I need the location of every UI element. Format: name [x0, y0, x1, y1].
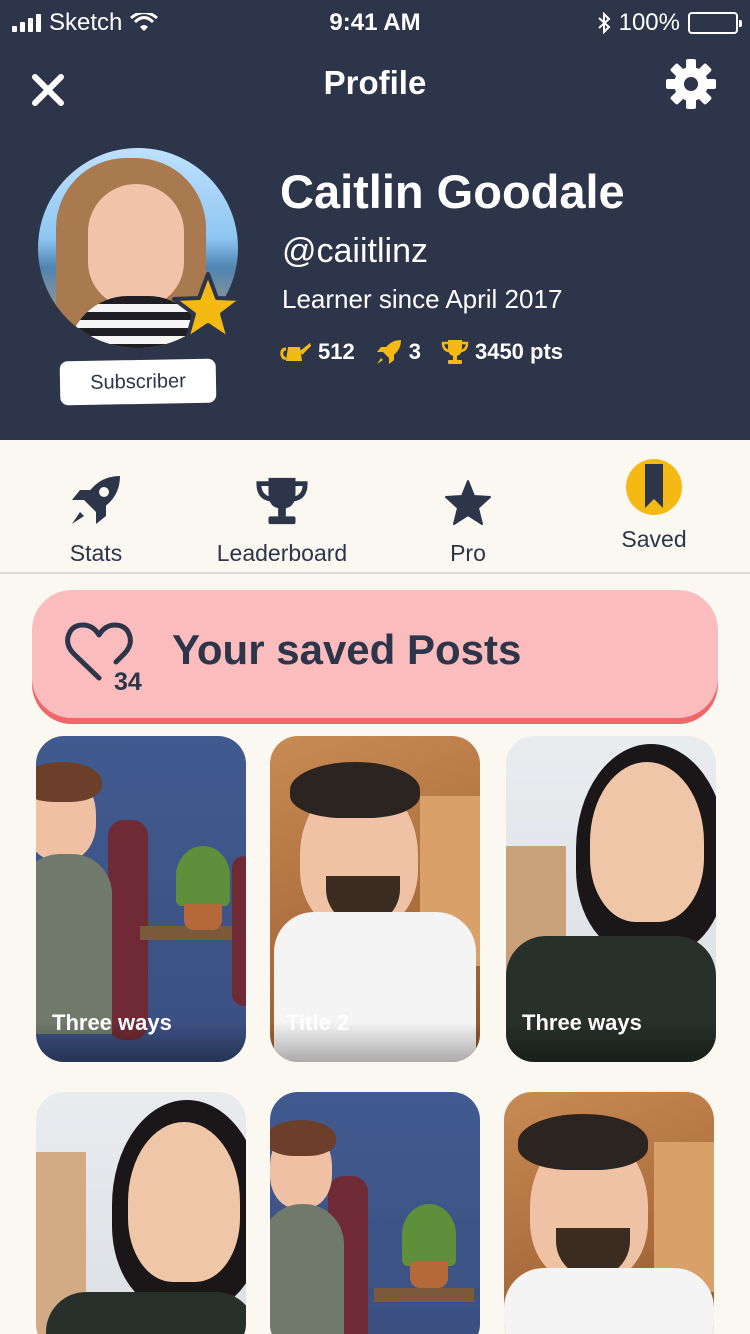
- tab-saved[interactable]: Saved: [594, 440, 714, 574]
- post-card[interactable]: [504, 1092, 714, 1334]
- page-title: Profile: [323, 64, 427, 101]
- post-card[interactable]: Three ways: [506, 736, 716, 1062]
- post-card[interactable]: [270, 1092, 480, 1334]
- post-card[interactable]: [36, 1092, 246, 1334]
- subscriber-badge: Subscriber: [59, 358, 217, 406]
- star-badge-icon: [172, 272, 244, 341]
- tab-stats[interactable]: Stats: [36, 440, 156, 574]
- member-since: Learner since April 2017: [282, 284, 563, 314]
- status-bar: Sketch 9:41 AM 100%: [0, 0, 750, 46]
- post-card[interactable]: Three ways: [36, 736, 246, 1062]
- battery-icon: [688, 12, 742, 34]
- tab-label: Saved: [621, 526, 687, 552]
- battery-percent: 100%: [618, 9, 680, 36]
- saved-count: 34: [114, 668, 142, 696]
- watering-stat: 512: [280, 339, 355, 365]
- post-card[interactable]: Title 2: [270, 736, 480, 1062]
- star-icon: [445, 480, 491, 525]
- trophy-icon: [441, 340, 469, 364]
- saved-posts-banner[interactable]: 34 Your saved Posts: [32, 590, 718, 718]
- post-caption: Three ways: [522, 1010, 642, 1035]
- user-handle: @caiitlinz: [282, 232, 428, 270]
- points-stat: 3450 pts: [441, 338, 563, 366]
- tab-label: Stats: [69, 540, 123, 566]
- bluetooth-icon: [597, 12, 611, 34]
- watering-can-icon: [280, 343, 311, 361]
- saved-title: Your saved Posts: [172, 626, 522, 673]
- settings-button[interactable]: [664, 57, 718, 111]
- profile-header: Sketch 9:41 AM 100% Profile Subscriber C…: [0, 0, 750, 440]
- stats-row: 512 3 3450 pts: [280, 338, 563, 366]
- post-caption: Title 2: [286, 1010, 350, 1035]
- post-caption: Three ways: [52, 1010, 172, 1035]
- tab-label: Leaderboard: [216, 540, 348, 566]
- rocket-stat: 3: [375, 338, 421, 366]
- profile-tabs: Stats Leaderboard Pro Saved: [0, 440, 750, 574]
- tab-pro[interactable]: Pro: [408, 440, 528, 574]
- tab-leaderboard[interactable]: Leaderboard: [200, 440, 364, 574]
- rocket-icon: [72, 476, 120, 524]
- rocket-icon: [376, 340, 401, 364]
- tab-label: Pro: [450, 540, 486, 566]
- user-name: Caitlin Goodale: [280, 165, 625, 218]
- gear-icon: [666, 59, 716, 109]
- bookmark-icon: [626, 459, 682, 515]
- trophy-icon: [256, 477, 308, 525]
